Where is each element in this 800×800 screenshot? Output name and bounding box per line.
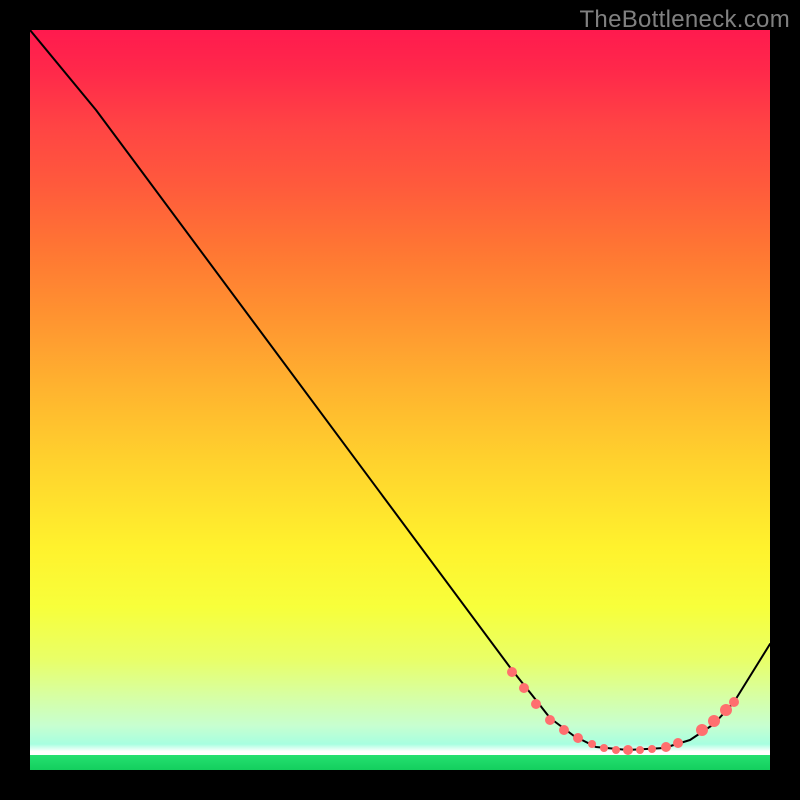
chart-svg [30,30,770,770]
data-marker [545,715,555,725]
data-marker [600,744,608,752]
data-marker [720,704,732,716]
watermark-text: TheBottleneck.com [579,6,790,34]
plot-area [30,30,770,770]
data-marker [696,724,708,736]
data-marker [559,725,569,735]
bottleneck-curve [30,30,770,750]
data-marker [623,745,633,755]
data-marker [612,746,620,754]
data-marker [708,715,720,727]
data-marker [507,667,517,677]
data-marker [661,742,671,752]
data-marker [573,733,583,743]
data-marker [673,738,683,748]
data-marker [636,746,644,754]
markers-group [507,667,739,755]
data-marker [519,683,529,693]
data-marker [729,697,739,707]
data-marker [588,740,596,748]
data-marker [648,745,656,753]
chart-frame: TheBottleneck.com [0,0,800,800]
data-marker [531,699,541,709]
